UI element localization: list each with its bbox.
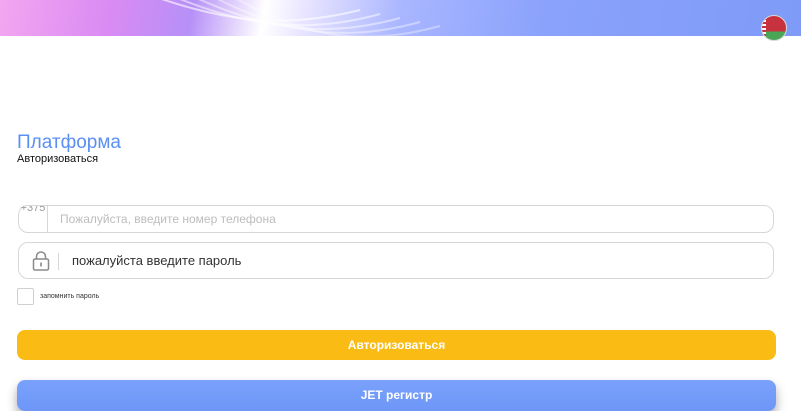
lock-icon bbox=[32, 251, 50, 271]
phone-input[interactable] bbox=[60, 206, 760, 232]
header-banner bbox=[0, 0, 801, 36]
remember-password[interactable]: запомнить пароль bbox=[17, 288, 99, 305]
banner-wave-decoration bbox=[161, 0, 441, 36]
remember-password-checkbox[interactable] bbox=[17, 288, 34, 305]
belarus-flag-icon[interactable] bbox=[761, 15, 787, 41]
password-field bbox=[18, 242, 774, 279]
remember-password-label: запомнить пароль bbox=[40, 293, 100, 300]
login-button[interactable]: Авторизоваться bbox=[17, 330, 776, 360]
phone-prefix-text: +375 bbox=[20, 206, 46, 214]
phone-field: +375 bbox=[18, 205, 774, 233]
phone-country-code[interactable]: +375 bbox=[19, 206, 48, 232]
register-button[interactable]: JET регистр bbox=[17, 380, 776, 411]
page-subtitle: Авторизоваться bbox=[17, 153, 99, 165]
password-input[interactable] bbox=[72, 243, 762, 278]
page-title: Платформа bbox=[17, 132, 121, 153]
password-divider bbox=[58, 253, 59, 270]
